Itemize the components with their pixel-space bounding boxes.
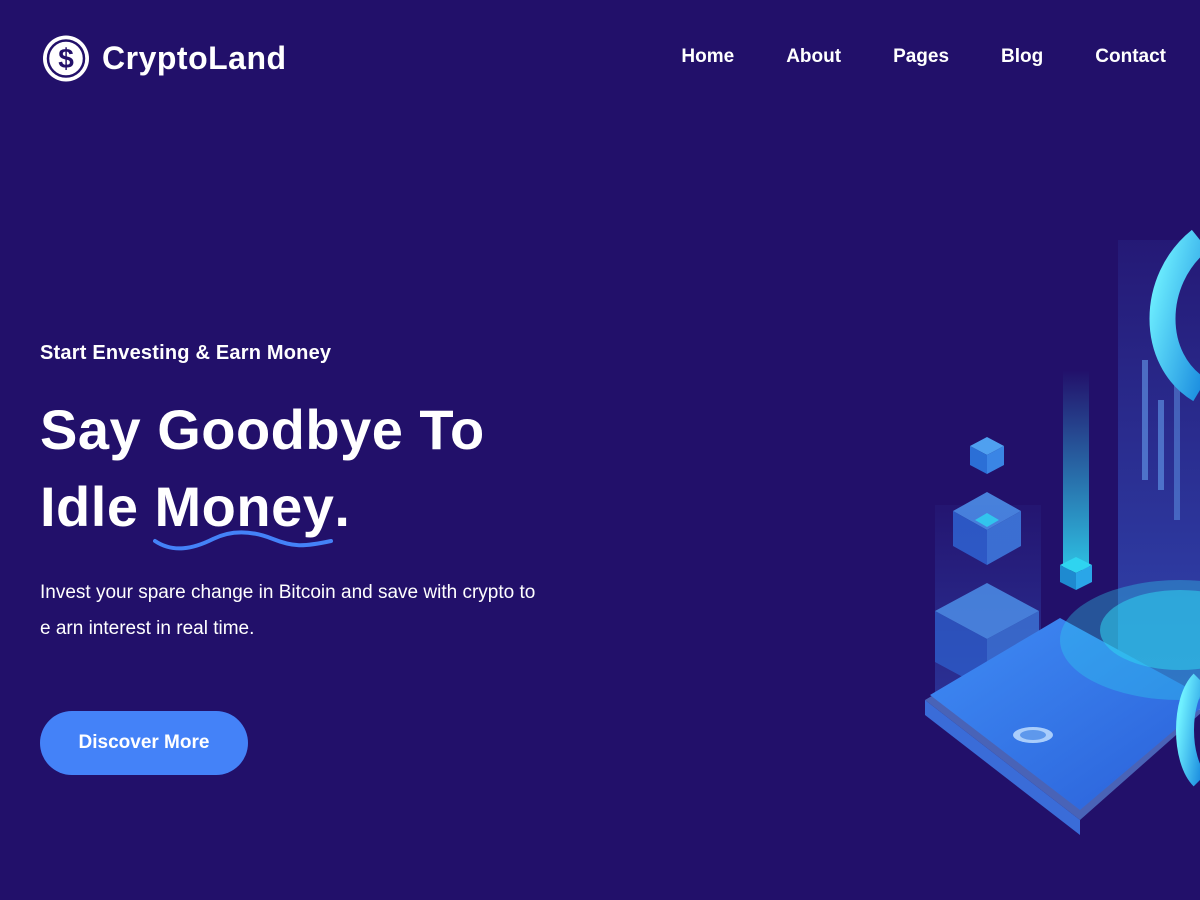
hero-headline: Say Goodbye To Idle Money.	[40, 391, 640, 551]
hero-section: Start Envesting & Earn Money Say Goodbye…	[40, 335, 640, 666]
dollar-coin-icon: $	[43, 35, 89, 81]
main-nav: Home About Pages Blog Contact	[681, 44, 1166, 70]
brand-logo[interactable]: $ CryptoLand	[41, 33, 287, 83]
svg-text:$: $	[58, 43, 74, 74]
nav-item-contact[interactable]: Contact	[1095, 44, 1166, 70]
nav-item-pages[interactable]: Pages	[893, 44, 949, 70]
headline-highlight-word: Money	[152, 468, 335, 551]
squiggle-underline-icon	[152, 530, 333, 551]
hero-description: Invest your spare change in Bitcoin and …	[40, 582, 536, 639]
brand-name: CryptoLand	[102, 40, 287, 76]
discover-more-button[interactable]: Discover More	[40, 711, 248, 775]
site-header: $ CryptoLand Home About Pages Blog Conta…	[0, 0, 1200, 115]
headline-suffix: .	[334, 475, 351, 538]
headline-line-1: Say Goodbye To	[40, 398, 485, 461]
nav-item-home[interactable]: Home	[681, 44, 734, 70]
crypto-phone-illustration	[925, 229, 1200, 835]
headline-line-2: Idle Money.	[40, 468, 640, 551]
nav-item-about[interactable]: About	[786, 44, 841, 70]
hero-subtitle: Start Envesting & Earn Money	[40, 342, 332, 364]
headline-prefix: Idle	[40, 475, 155, 538]
nav-item-blog[interactable]: Blog	[1001, 44, 1043, 70]
